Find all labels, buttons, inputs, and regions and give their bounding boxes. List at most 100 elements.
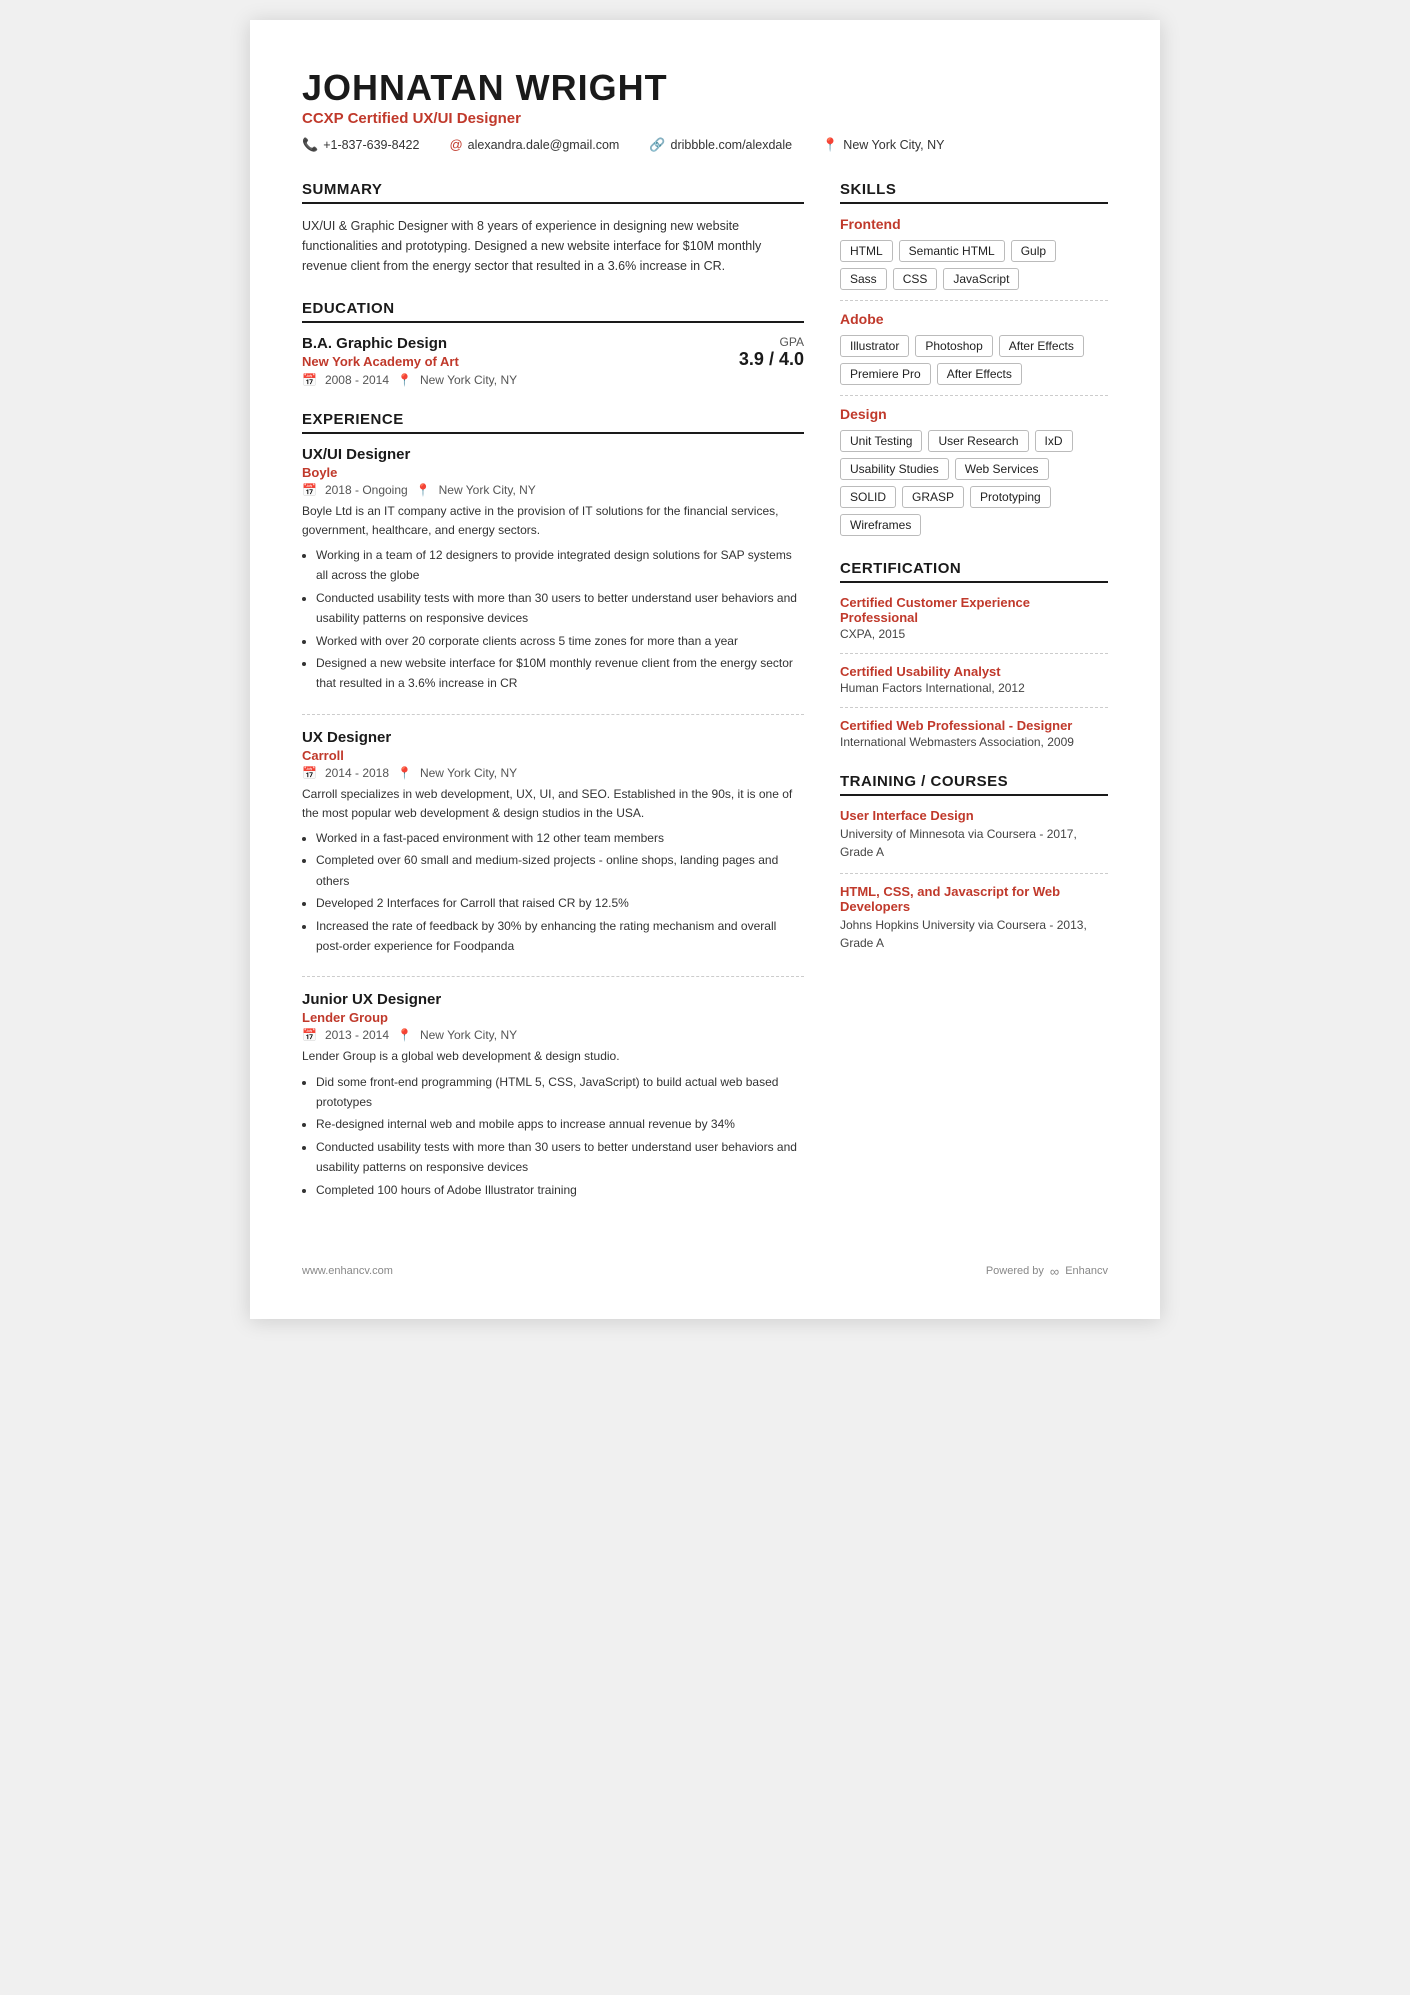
footer: www.enhancv.com Powered by ∞ Enhancv [302,1254,1108,1279]
exp-item-1: UX/UI Designer Boyle 📅 2018 - Ongoing 📍 … [302,446,804,694]
footer-right: Powered by ∞ Enhancv [986,1264,1108,1279]
skill-tag: Sass [840,268,887,290]
skill-tag: Unit Testing [840,430,922,452]
skills-divider [840,300,1108,301]
exp-bullets-1: Working in a team of 12 designers to pro… [302,545,804,694]
training-divider [840,873,1108,874]
candidate-name: JOHNATAN WRIGHT [302,68,1108,108]
exp-item-3: Junior UX Designer Lender Group 📅 2013 -… [302,991,804,1200]
candidate-title: CCXP Certified UX/UI Designer [302,110,1108,127]
pin-icon: 📍 [416,483,431,497]
cert-name-1: Certified Customer Experience Profession… [840,595,1108,625]
cert-divider [840,653,1108,654]
cert-title: CERTIFICATION [840,560,1108,583]
exp-meta-1: 📅 2018 - Ongoing 📍 New York City, NY [302,483,804,497]
bullet-item: Completed over 60 small and medium-sized… [316,850,804,891]
bullet-item: Working in a team of 12 designers to pro… [316,545,804,586]
contact-location: 📍 New York City, NY [822,137,944,153]
exp-bullets-3: Did some front-end programming (HTML 5, … [302,1072,804,1200]
edu-school: New York Academy of Art [302,354,739,369]
education-section: EDUCATION B.A. Graphic Design New York A… [302,300,804,387]
skill-tag: Usability Studies [840,458,949,480]
summary-text: UX/UI & Graphic Designer with 8 years of… [302,216,804,276]
exp-desc-1: Boyle Ltd is an IT company active in the… [302,502,804,540]
skill-tag: Wireframes [840,514,921,536]
education-item: B.A. Graphic Design New York Academy of … [302,335,804,387]
edu-location: New York City, NY [420,373,517,387]
bullet-item: Conducted usability tests with more than… [316,1137,804,1178]
skills-tags-adobe: Illustrator Photoshop After Effects Prem… [840,335,1108,385]
exp-item-2: UX Designer Carroll 📅 2014 - 2018 📍 New … [302,729,804,957]
bullet-item: Conducted usability tests with more than… [316,588,804,629]
skill-tag: Gulp [1011,240,1056,262]
divider [302,976,804,977]
skills-cat-design: Design [840,406,1108,422]
web-icon: 🔗 [649,137,665,153]
skills-cat-adobe: Adobe [840,311,1108,327]
training-desc-1: University of Minnesota via Coursera - 2… [840,825,1108,861]
cal-icon: 📅 [302,1028,317,1042]
exp-role-3: Junior UX Designer [302,991,804,1008]
exp-desc-2: Carroll specializes in web development, … [302,785,804,823]
bullet-item: Worked with over 20 corporate clients ac… [316,631,804,651]
cert-org-1: CXPA, 2015 [840,627,1108,641]
exp-company-3: Lender Group [302,1010,804,1025]
cal-icon: 📅 [302,766,317,780]
edu-gpa: GPA 3.9 / 4.0 [739,335,804,370]
training-desc-2: Johns Hopkins University via Coursera - … [840,916,1108,952]
edu-meta: 📅 2008 - 2014 📍 New York City, NY [302,373,739,387]
bullet-item: Developed 2 Interfaces for Carroll that … [316,893,804,913]
training-name-2: HTML, CSS, and Javascript for Web Develo… [840,884,1108,914]
bullet-item: Completed 100 hours of Adobe Illustrator… [316,1180,804,1200]
skills-divider [840,395,1108,396]
header-section: JOHNATAN WRIGHT CCXP Certified UX/UI Des… [302,68,1108,153]
cert-item-3: Certified Web Professional - Designer In… [840,718,1108,749]
certification-section: CERTIFICATION Certified Customer Experie… [840,560,1108,749]
exp-meta-3: 📅 2013 - 2014 📍 New York City, NY [302,1028,804,1042]
cert-divider [840,707,1108,708]
skill-tag: After Effects [999,335,1084,357]
exp-bullets-2: Worked in a fast-paced environment with … [302,828,804,956]
experience-title: EXPERIENCE [302,411,804,434]
divider [302,714,804,715]
skill-tag: SOLID [840,486,896,508]
skill-tag: CSS [893,268,938,290]
skills-cat-frontend: Frontend [840,216,1108,232]
bullet-item: Re-designed internal web and mobile apps… [316,1114,804,1134]
bullet-item: Increased the rate of feedback by 30% by… [316,916,804,957]
cert-org-3: International Webmasters Association, 20… [840,735,1108,749]
training-item-2: HTML, CSS, and Javascript for Web Develo… [840,884,1108,952]
bullet-item: Worked in a fast-paced environment with … [316,828,804,848]
skill-tag: Semantic HTML [899,240,1005,262]
exp-company-1: Boyle [302,465,804,480]
skill-tag: IxD [1035,430,1073,452]
training-section: TRAINING / COURSES User Interface Design… [840,773,1108,952]
cert-item-2: Certified Usability Analyst Human Factor… [840,664,1108,695]
phone-icon: 📞 [302,137,318,153]
edu-years: 2008 - 2014 [325,373,389,387]
bullet-item: Did some front-end programming (HTML 5, … [316,1072,804,1113]
exp-company-2: Carroll [302,748,804,763]
brand-name: Enhancv [1065,1265,1108,1277]
skill-tag: Premiere Pro [840,363,931,385]
skill-tag: After Effects [937,363,1022,385]
email-icon: @ [449,137,462,152]
skill-tag: Illustrator [840,335,909,357]
skill-tag: JavaScript [943,268,1019,290]
pin-icon: 📍 [397,1028,412,1042]
resume-page: JOHNATAN WRIGHT CCXP Certified UX/UI Des… [250,20,1160,1319]
cert-name-3: Certified Web Professional - Designer [840,718,1108,733]
edu-degree: B.A. Graphic Design [302,335,739,352]
skill-tag: Photoshop [915,335,992,357]
summary-title: SUMMARY [302,181,804,204]
cert-name-2: Certified Usability Analyst [840,664,1108,679]
skill-tag: HTML [840,240,893,262]
exp-role-1: UX/UI Designer [302,446,804,463]
edu-left: B.A. Graphic Design New York Academy of … [302,335,739,387]
education-title: EDUCATION [302,300,804,323]
location-icon: 📍 [822,137,838,153]
summary-section: SUMMARY UX/UI & Graphic Designer with 8 … [302,181,804,276]
exp-desc-3: Lender Group is a global web development… [302,1047,804,1066]
right-column: SKILLS Frontend HTML Semantic HTML Gulp … [840,181,1108,1224]
bullet-item: Designed a new website interface for $10… [316,653,804,694]
